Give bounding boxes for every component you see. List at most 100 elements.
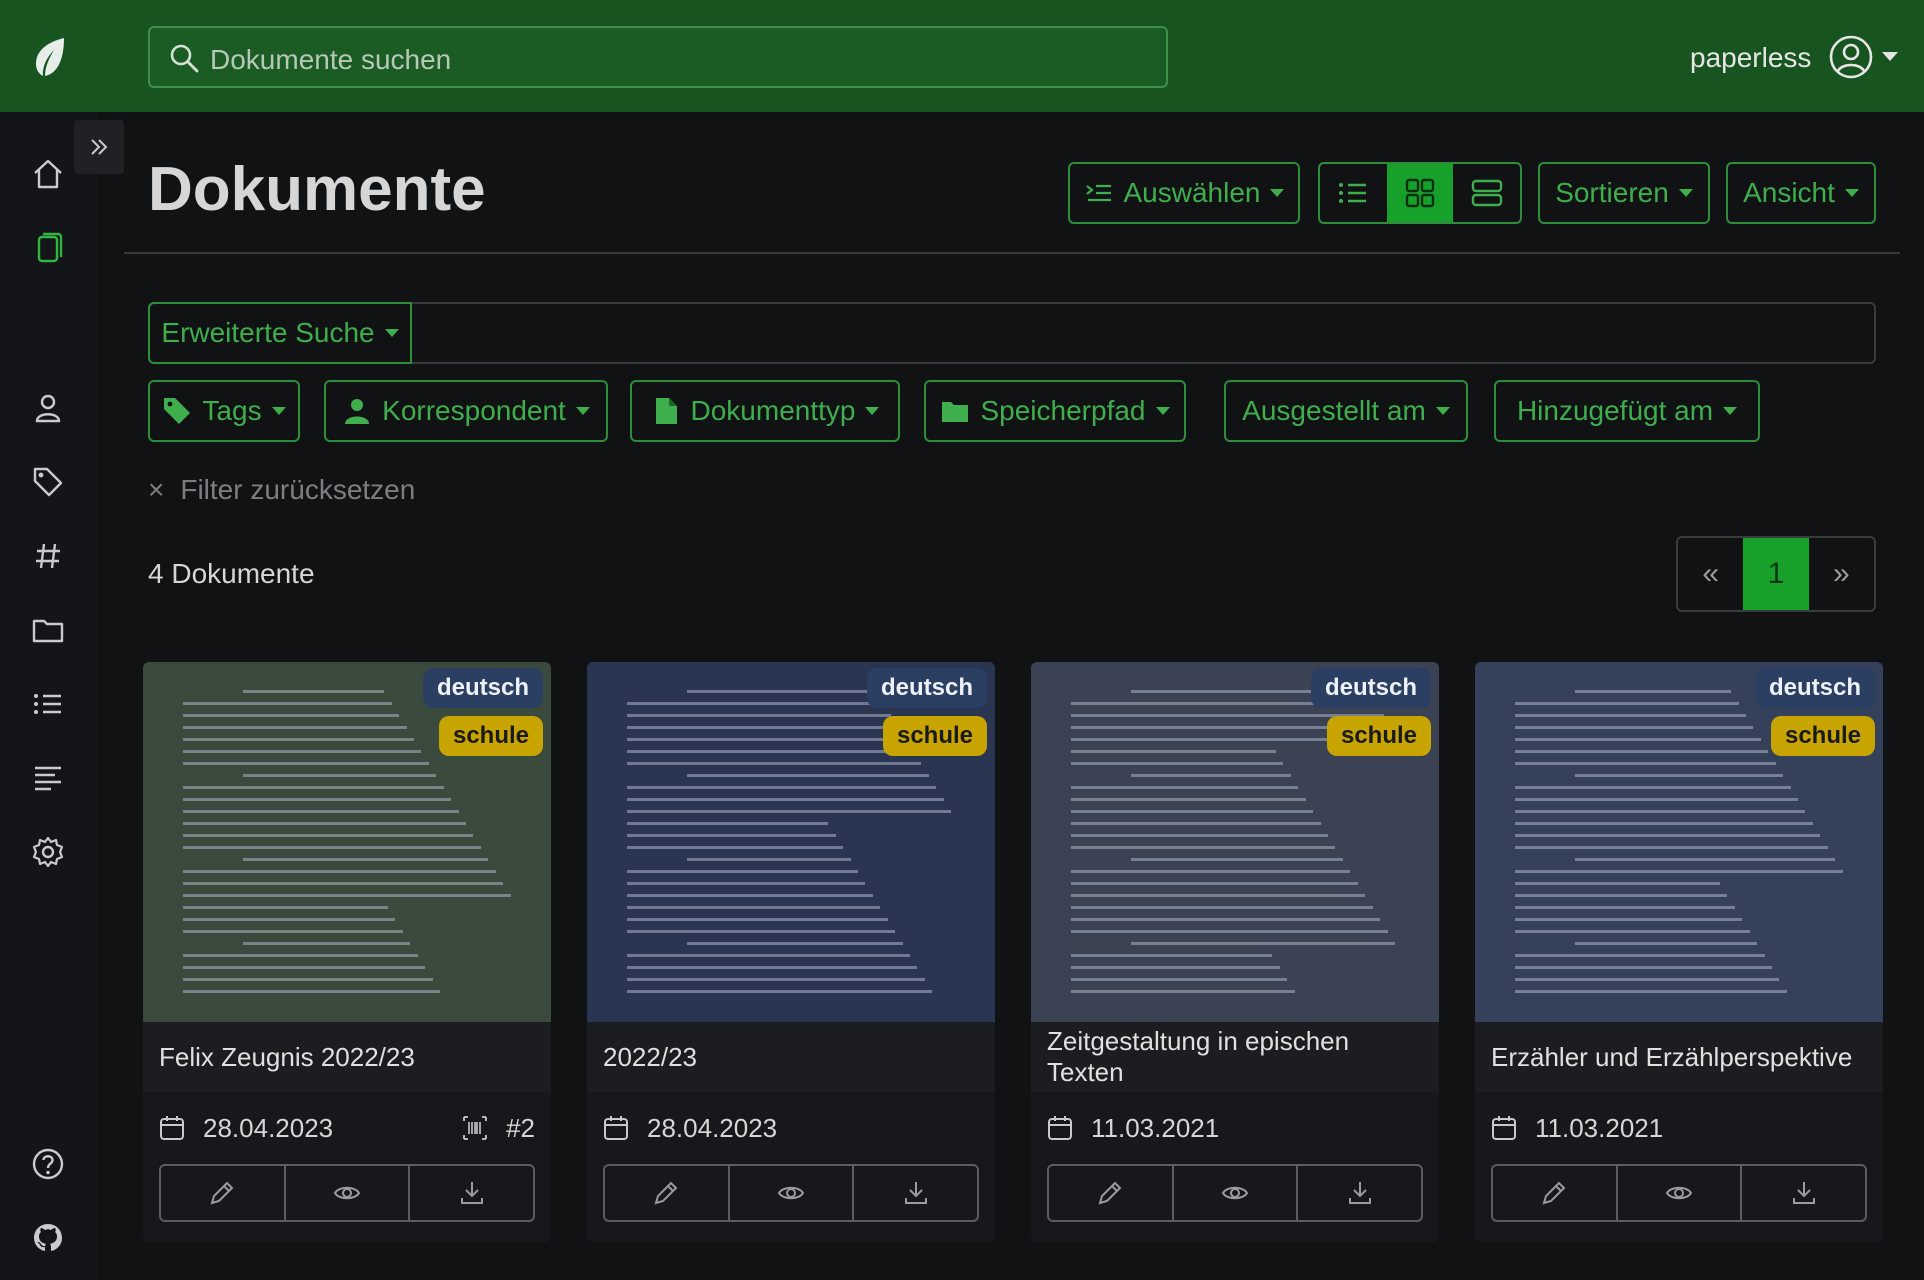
tag-badge-schule[interactable]: schule: [438, 716, 543, 756]
document-title[interactable]: Felix Zeugnis 2022/23: [143, 1022, 551, 1092]
document-count: 4 Dokumente: [148, 558, 315, 589]
leaf-logo-icon[interactable]: [30, 36, 68, 78]
download-button[interactable]: [854, 1166, 977, 1220]
advanced-search-label: Erweiterte Suche: [161, 317, 375, 348]
document-card[interactable]: deutsch schule Erzähler und Erzählperspek…: [1475, 662, 1883, 1242]
document-card[interactable]: deutsch schule Felix Zeugnis 2022/23 28.0…: [143, 662, 551, 1242]
calendar-icon: [1492, 1116, 1516, 1140]
document-thumbnail[interactable]: deutsch schule: [587, 662, 995, 1022]
view-small-cards-button[interactable]: [1386, 164, 1454, 222]
sidebar-item-saved-views[interactable]: [24, 680, 72, 728]
chevron-down-icon: [271, 407, 286, 415]
sidebar-item-tags[interactable]: [24, 458, 72, 506]
header-divider: [124, 252, 1900, 254]
document-meta: 28.04.2023 #2: [159, 1110, 535, 1146]
search-input[interactable]: Dokumente suchen: [148, 26, 1168, 88]
edit-button[interactable]: [1049, 1166, 1174, 1220]
sidebar-item-settings[interactable]: [24, 828, 72, 876]
document-thumbnail[interactable]: deutsch schule: [1475, 662, 1883, 1022]
sidebar-item-logs[interactable]: [24, 754, 72, 802]
edit-button[interactable]: [161, 1166, 286, 1220]
file-icon: [655, 398, 677, 424]
select-button[interactable]: Auswählen: [1068, 162, 1300, 224]
chevron-double-right-icon: [91, 139, 108, 155]
document-meta: 11.03.2021: [1047, 1110, 1423, 1146]
sidebar-item-dashboard[interactable]: [24, 150, 72, 198]
view-button[interactable]: Ansicht: [1726, 162, 1876, 224]
filter-added-label: Hinzugefügt am: [1516, 395, 1714, 426]
preview-button[interactable]: [286, 1166, 411, 1220]
tag-badge-schule[interactable]: schule: [882, 716, 987, 756]
pagination-next-button[interactable]: »: [1809, 538, 1874, 610]
user-avatar-icon[interactable]: [1828, 34, 1874, 80]
chevron-down-icon: [575, 407, 590, 415]
sidebar-item-github[interactable]: [24, 1214, 72, 1262]
reset-filters-label: Filter zurücksetzen: [180, 474, 416, 505]
reset-filters-button[interactable]: × Filter zurücksetzen: [148, 474, 415, 506]
download-button[interactable]: [1742, 1166, 1865, 1220]
sidebar-item-document-types[interactable]: [24, 532, 72, 580]
preview-button[interactable]: [1174, 1166, 1299, 1220]
top-navbar: Dokumente suchen paperless: [0, 0, 1924, 112]
text-icon: [35, 766, 61, 791]
download-button[interactable]: [410, 1166, 533, 1220]
document-meta: 28.04.2023: [603, 1110, 979, 1146]
edit-button[interactable]: [1493, 1166, 1618, 1220]
filter-correspondent-button[interactable]: Korrespondent: [324, 380, 608, 442]
filter-tags-button[interactable]: Tags: [148, 380, 300, 442]
chevron-down-icon: [865, 407, 880, 415]
tag-badge-deutsch[interactable]: deutsch: [422, 668, 543, 708]
tag-badge-deutsch[interactable]: deutsch: [866, 668, 987, 708]
select-button-label: Auswählen: [1123, 177, 1261, 208]
document-date: 28.04.2023: [647, 1112, 778, 1143]
edit-button[interactable]: [605, 1166, 730, 1220]
list-view-icon: [1339, 183, 1367, 203]
view-table-button[interactable]: [1320, 164, 1387, 222]
document-date: 11.03.2021: [1535, 1112, 1664, 1143]
pagination-page-button[interactable]: 1: [1743, 538, 1809, 610]
document-actions: [159, 1164, 535, 1222]
sidebar-item-storage-paths[interactable]: [24, 606, 72, 654]
pencil-icon: [1542, 1181, 1566, 1205]
download-icon: [460, 1182, 483, 1204]
preview-button[interactable]: [1618, 1166, 1743, 1220]
document-title[interactable]: Erzähler und Erzählperspektive: [1475, 1022, 1883, 1092]
tag-badge-deutsch[interactable]: deutsch: [1754, 668, 1875, 708]
preview-button[interactable]: [730, 1166, 855, 1220]
sidebar-collapse-button[interactable]: [74, 120, 124, 174]
document-card[interactable]: deutsch schule Zeitgestaltung in epischen…: [1031, 662, 1439, 1242]
user-menu-caret-icon[interactable]: [1882, 52, 1898, 61]
document-card[interactable]: deutsch schule 2022/23 28.04.2023: [587, 662, 995, 1242]
tag-badge-schule[interactable]: schule: [1326, 716, 1431, 756]
chevron-down-icon: [384, 329, 399, 337]
filter-created-button[interactable]: Ausgestellt am: [1224, 380, 1468, 442]
document-title[interactable]: 2022/23: [587, 1022, 995, 1092]
tag-badge-deutsch[interactable]: deutsch: [1310, 668, 1431, 708]
select-list-icon: [1085, 184, 1111, 202]
eye-icon: [1665, 1186, 1693, 1200]
sidebar-item-documents[interactable]: [24, 224, 72, 272]
filter-added-button[interactable]: Hinzugefügt am: [1494, 380, 1760, 442]
document-thumbnail[interactable]: deutsch schule: [1031, 662, 1439, 1022]
pencil-icon: [1098, 1181, 1122, 1205]
filter-document-type-button[interactable]: Dokumenttyp: [630, 380, 900, 442]
view-button-label: Ansicht: [1743, 177, 1835, 208]
hash-icon: [36, 543, 60, 569]
pagination-prev-button[interactable]: «: [1678, 538, 1743, 610]
sidebar-item-help[interactable]: [24, 1140, 72, 1188]
advanced-search-button[interactable]: Erweiterte Suche: [148, 302, 412, 364]
download-button[interactable]: [1298, 1166, 1421, 1220]
document-meta: 11.03.2021: [1491, 1110, 1867, 1146]
calendar-icon: [1048, 1116, 1072, 1140]
view-large-cards-button[interactable]: [1453, 164, 1520, 222]
document-title[interactable]: Zeitgestaltung in epischen Texten: [1031, 1022, 1439, 1092]
document-thumbnail[interactable]: deutsch schule: [143, 662, 551, 1022]
eye-icon: [1221, 1186, 1249, 1200]
filter-storage-path-button[interactable]: Speicherpfad: [924, 380, 1186, 442]
sidebar-item-correspondents[interactable]: [24, 384, 72, 432]
tag-badge-schule[interactable]: schule: [1770, 716, 1875, 756]
sort-button[interactable]: Sortieren: [1538, 162, 1710, 224]
filter-document-type-label: Dokumenttyp: [690, 395, 856, 426]
user-name[interactable]: paperless: [1690, 42, 1811, 74]
calendar-icon: [160, 1116, 184, 1140]
